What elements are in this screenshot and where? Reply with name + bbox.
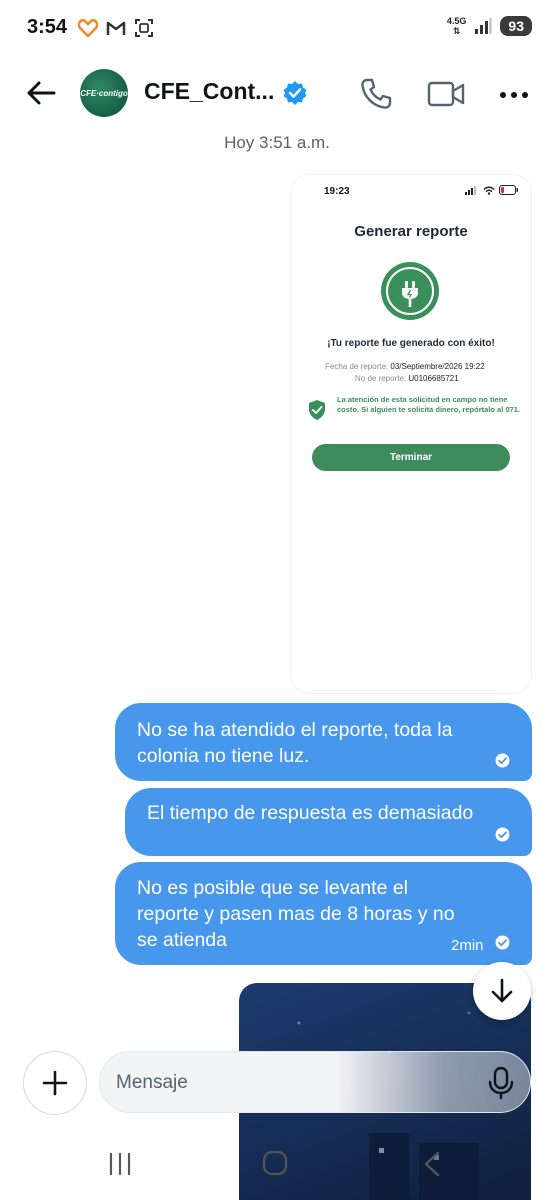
cost-notice-text: La atención de esta solicitud en campo n… [337, 395, 520, 414]
terminar-button: Terminar [312, 444, 510, 471]
report-number-value: U0106685721 [408, 374, 459, 383]
more-options-icon[interactable] [496, 80, 532, 110]
message-bubble[interactable]: No se ha atendido el reporte, toda la co… [115, 703, 532, 781]
arrow-down-icon [491, 978, 513, 1003]
heart-app-icon [78, 19, 98, 37]
message-line: No se ha atendido el reporte, toda la [137, 719, 453, 741]
recent-apps-icon[interactable] [106, 1152, 134, 1176]
report-date-label: Fecha de reporte: [325, 362, 389, 371]
network-indicator: 4.5G ⇅ [447, 16, 467, 36]
message-input[interactable] [116, 1066, 446, 1100]
message-composer [99, 1051, 531, 1113]
plus-icon [42, 1070, 68, 1096]
notification-icons [78, 18, 154, 38]
status-time: 3:54 [27, 16, 68, 38]
message-line: El tiempo de respuesta es demasiado [147, 802, 474, 824]
report-date-value: 03/Septiembre/2026 19:22 [390, 362, 485, 371]
cost-notice: La atención de esta solicitud en campo n… [307, 395, 522, 429]
data-arrows-icon: ⇅ [452, 26, 461, 36]
image-attachment[interactable]: 19:23 Generar reporte ¡Tu reporte fue ge… [291, 175, 531, 693]
chat-header: CFE·contigo CFE_Cont... [0, 58, 554, 130]
report-number: No de reporte: U0106685721 [355, 374, 459, 383]
conversation-timestamp: Hoy 3:51 a.m. [224, 133, 330, 152]
system-navigation-bar [0, 1128, 554, 1200]
home-icon[interactable] [262, 1150, 288, 1176]
signal-icon [465, 185, 476, 195]
shield-check-icon [309, 400, 325, 420]
battery-icon [499, 185, 518, 195]
scroll-to-bottom-button[interactable] [473, 962, 531, 1020]
attachment-status-icons [465, 185, 519, 195]
status-right: 4.5G ⇅ 93 [447, 16, 532, 36]
screenshot-icon [135, 19, 153, 37]
signal-icon [475, 18, 492, 34]
report-number-label: No de reporte: [355, 374, 407, 383]
attachment-title: Generar reporte [354, 223, 468, 240]
plug-icon [381, 262, 439, 320]
attachment-status-time: 19:23 [324, 186, 350, 197]
wifi-icon [483, 186, 495, 195]
attachment-status-bar: 19:23 [291, 175, 531, 209]
message-line: colonia no tiene luz. [137, 745, 310, 767]
message-line: reporte y pasen mas de 8 horas y no [137, 903, 455, 925]
back-arrow-icon[interactable] [24, 76, 58, 110]
read-check-icon [495, 935, 510, 950]
message-bubble[interactable]: El tiempo de respuesta es demasiado [125, 788, 532, 856]
status-bar: 3:54 4.5G ⇅ 93 [0, 0, 554, 58]
add-media-button[interactable] [23, 1051, 87, 1115]
message-line: No es posible que se levante el [137, 877, 409, 899]
success-message: ¡Tu reporte fue generado con éxito! [327, 338, 495, 349]
verified-badge-icon [283, 81, 307, 105]
video-call-icon[interactable] [426, 76, 466, 112]
gmail-icon [106, 21, 126, 35]
read-check-icon [495, 827, 510, 842]
avatar[interactable]: CFE·contigo [80, 69, 128, 117]
message-time: 2min [451, 937, 484, 954]
contact-name[interactable]: CFE_Cont... [144, 78, 274, 105]
system-back-icon[interactable] [420, 1150, 444, 1178]
microphone-icon[interactable] [486, 1066, 516, 1100]
phone-icon[interactable] [358, 76, 394, 112]
message-bubble[interactable]: No es posible que se levante el reporte … [115, 862, 532, 965]
battery-indicator: 93 [500, 16, 532, 36]
report-date: Fecha de reporte: 03/Septiembre/2026 19:… [325, 362, 485, 371]
network-type: 4.5G [446, 16, 467, 26]
read-check-icon [495, 753, 510, 768]
